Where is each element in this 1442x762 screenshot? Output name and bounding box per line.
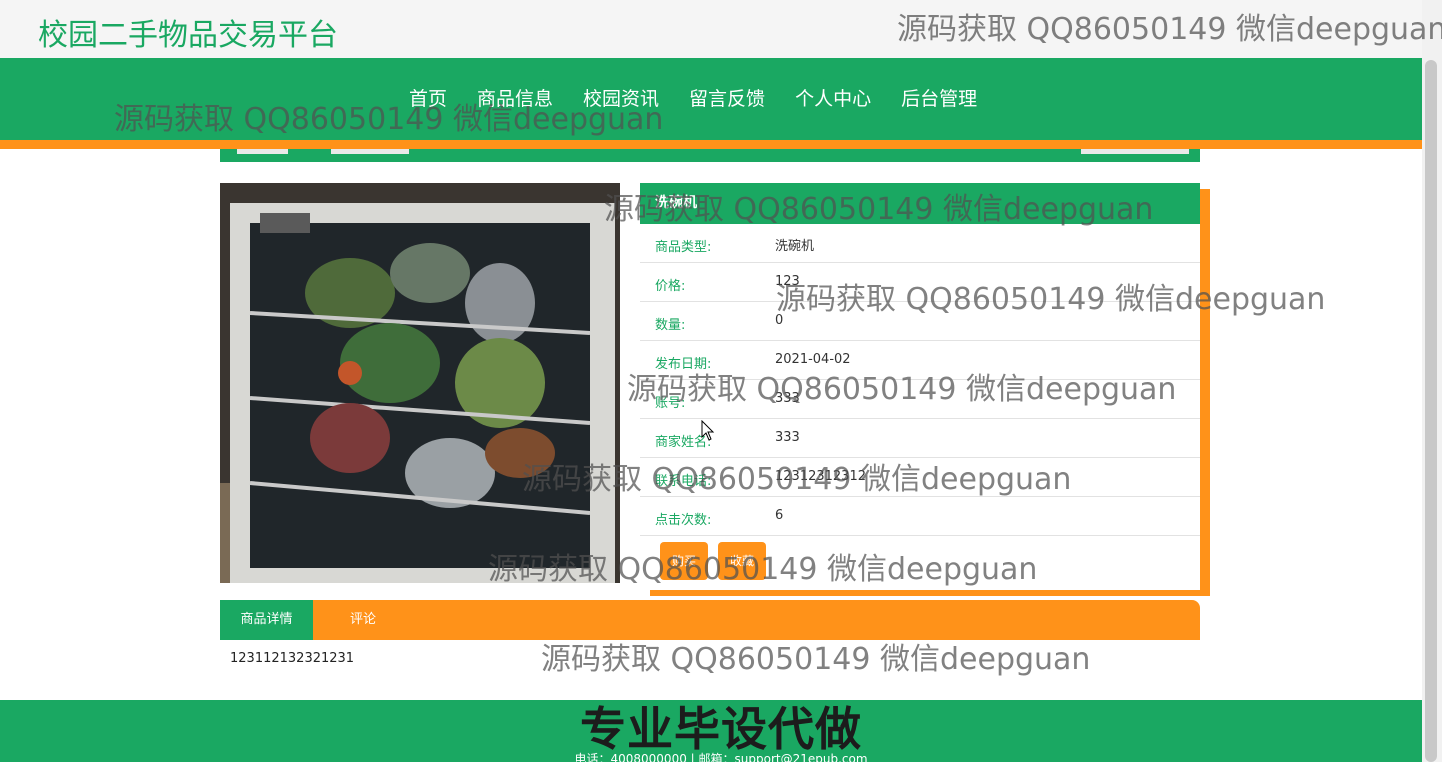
info-row-type: 商品类型: 洗碗机 — [640, 224, 1200, 263]
info-row-clicks: 点击次数: 6 — [640, 497, 1200, 536]
info-actions: 购买 收藏 — [640, 536, 1200, 586]
scrollbar-thumb[interactable] — [1425, 60, 1437, 762]
info-value: 333 — [775, 430, 800, 445]
info-row-date: 发布日期: 2021-04-02 — [640, 341, 1200, 380]
fridge-photo — [220, 183, 620, 583]
product-name: 洗碗机 — [640, 183, 1200, 224]
nav-feedback[interactable]: 留言反馈 — [674, 84, 780, 111]
top-header: 校园二手物品交易平台 — [0, 0, 1422, 58]
nav-profile[interactable]: 个人中心 — [780, 84, 886, 111]
footer-contact: 电话：4008000000 | 邮箱：support@21epub.com — [574, 752, 868, 762]
info-value: 2021-04-02 — [775, 352, 851, 367]
info-row-price: 价格: 123 — [640, 263, 1200, 302]
info-value: 12312312312 — [775, 469, 866, 484]
info-label: 价格: — [655, 279, 686, 294]
site-title[interactable]: 校园二手物品交易平台 — [38, 10, 338, 54]
tab-comments[interactable]: 评论 — [313, 600, 413, 640]
info-value: 0 — [775, 313, 784, 328]
info-value: 333 — [775, 391, 800, 406]
nav-products[interactable]: 商品信息 — [462, 84, 568, 111]
mouse-cursor-icon — [701, 420, 715, 441]
info-row-quantity: 数量: 0 — [640, 302, 1200, 341]
product-image — [220, 183, 620, 583]
nav-items: 首页 商品信息 校园资讯 留言反馈 个人中心 后台管理 — [394, 84, 992, 111]
info-row-phone: 联系电话: 12312312312 — [640, 458, 1200, 497]
sub-tab — [1081, 149, 1189, 154]
tab-details[interactable]: 商品详情 — [220, 600, 313, 640]
info-label: 账号: — [655, 396, 686, 411]
watermark: 源码获取 QQ86050149 微信deepguan — [541, 642, 1091, 677]
detail-content: 123112132321231 — [230, 651, 355, 666]
info-label: 发布日期: — [655, 357, 712, 372]
nav-home[interactable]: 首页 — [394, 84, 462, 111]
info-value: 洗碗机 — [775, 239, 815, 254]
info-row-merchant: 商家姓名: 333 — [640, 419, 1200, 458]
nav-news[interactable]: 校园资讯 — [568, 84, 674, 111]
info-row-account: 账号: 333 — [640, 380, 1200, 419]
info-label: 数量: — [655, 318, 686, 333]
nav-admin[interactable]: 后台管理 — [886, 84, 992, 111]
sub-tab — [331, 149, 409, 154]
info-label: 点击次数: — [655, 513, 712, 528]
sub-tab — [237, 149, 288, 154]
buy-button[interactable]: 购买 — [660, 542, 708, 580]
info-label: 联系电话: — [655, 474, 712, 489]
info-label: 商品类型: — [655, 240, 712, 255]
nav-accent-bar — [0, 140, 1422, 149]
info-value: 6 — [775, 508, 784, 523]
info-value: 123 — [775, 274, 800, 289]
product-info-panel: 洗碗机 商品类型: 洗碗机 价格: 123 数量: 0 发布日期: 2021-0… — [640, 183, 1200, 590]
collect-button[interactable]: 收藏 — [718, 542, 766, 580]
